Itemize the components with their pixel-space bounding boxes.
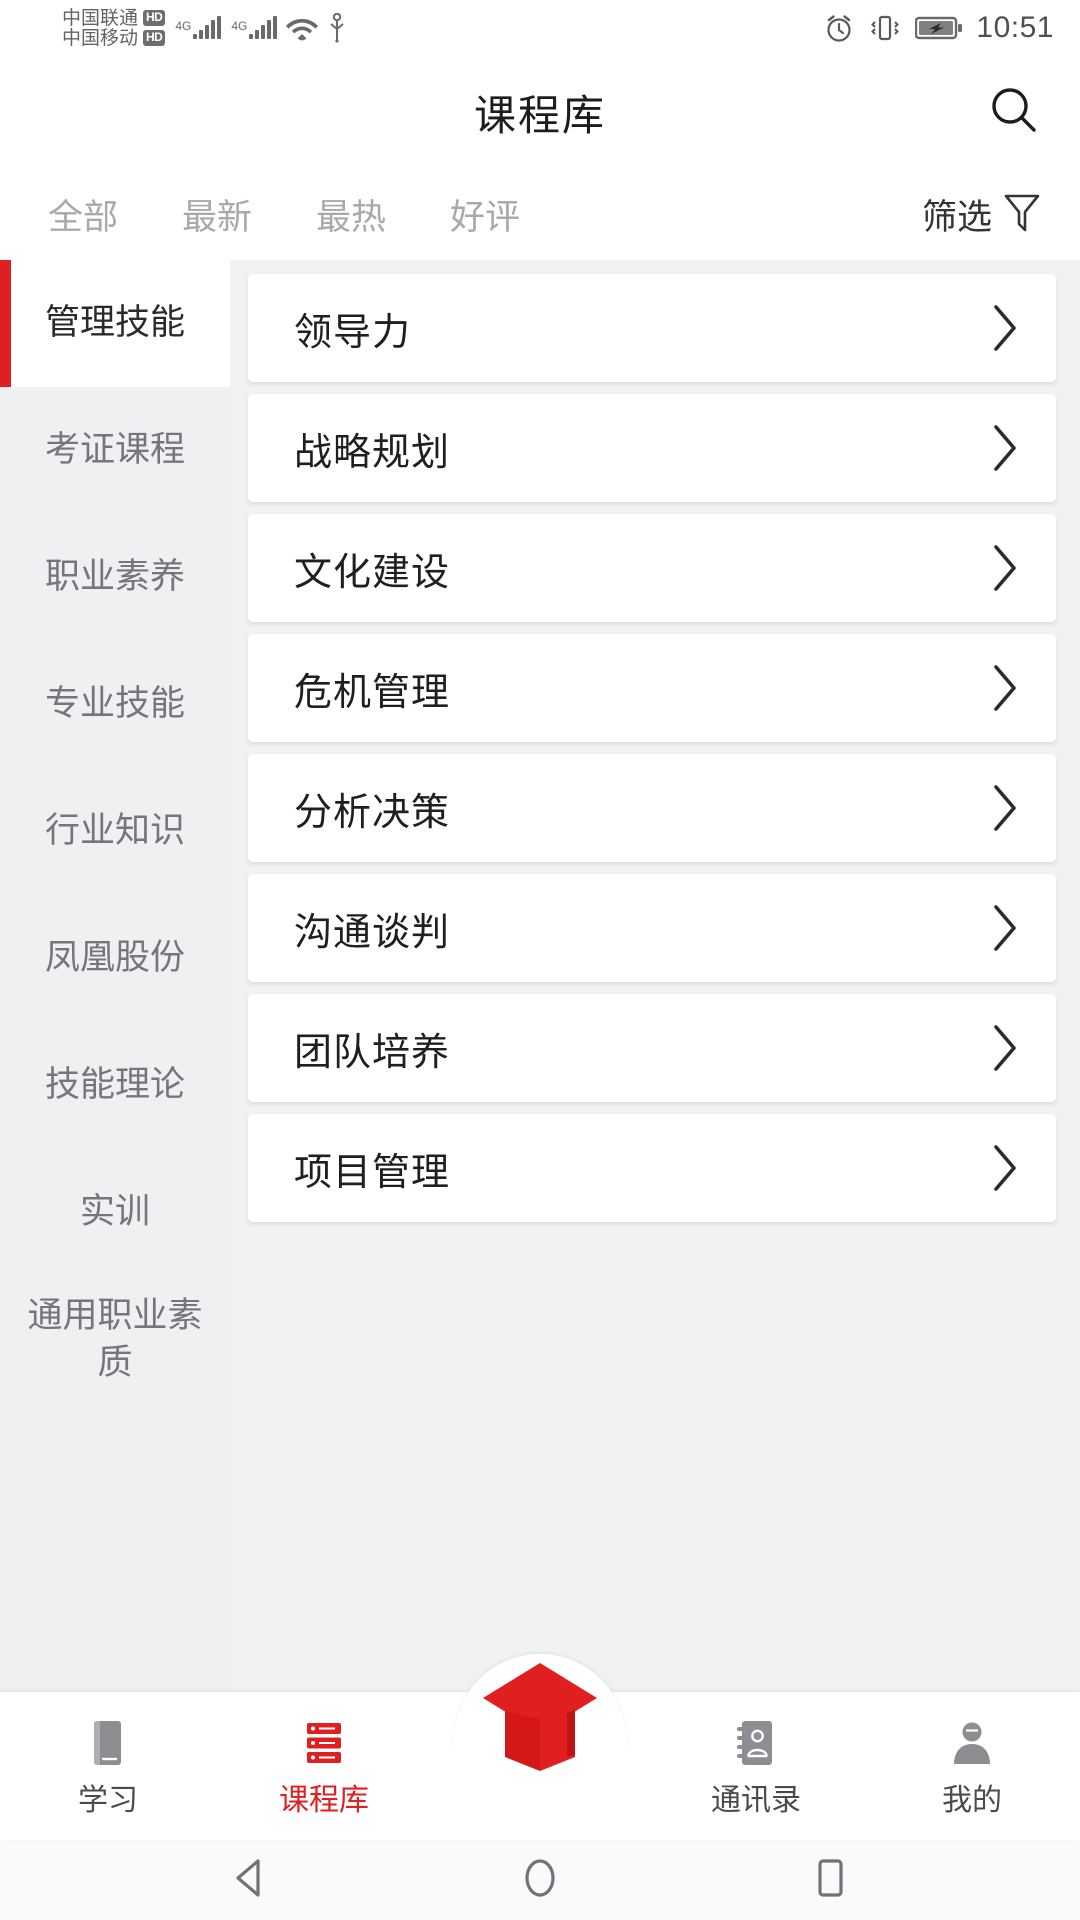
content-area: 管理技能 考证课程 职业素养 专业技能 行业知识 凤凰股份 技能理论 实训 通用…	[0, 260, 1080, 1692]
status-bar-clock: 10:51	[976, 11, 1054, 44]
status-bar: 中国联通 HD 中国移动 HD 4G 4G 10:51	[0, 0, 1080, 56]
bottom-navigation: 学习 课程库 通讯录 我的	[0, 1654, 1080, 1840]
category-sidebar[interactable]: 管理技能 考证课程 职业素养 专业技能 行业知识 凤凰股份 技能理论 实训 通用…	[0, 260, 230, 1692]
course-item[interactable]: 文化建设	[248, 514, 1056, 622]
chevron-right-icon	[988, 1023, 1022, 1073]
usb-icon	[327, 13, 347, 43]
nav-label: 我的	[942, 1784, 1002, 1817]
sidebar-item-phoenix-shares[interactable]: 凤凰股份	[0, 895, 230, 1022]
android-back-button[interactable]	[205, 1850, 295, 1910]
tab-newest[interactable]: 最新	[150, 189, 284, 240]
carrier-list: 中国联通 HD 中国移动 HD	[62, 7, 166, 49]
app-header: 课程库	[0, 56, 1080, 168]
sidebar-item-professional-skills[interactable]: 专业技能	[0, 641, 230, 768]
filter-button[interactable]: 筛选	[922, 189, 1050, 240]
search-button[interactable]	[978, 76, 1050, 148]
sidebar-item-practical-training[interactable]: 实训	[0, 1149, 230, 1276]
graduation-cap-icon	[475, 1653, 605, 1778]
android-navigation-bar	[0, 1840, 1080, 1920]
chevron-right-icon	[988, 663, 1022, 713]
course-title: 沟通谈判	[294, 911, 451, 954]
course-title: 分析决策	[294, 791, 451, 834]
page-title: 课程库	[473, 91, 606, 139]
search-icon	[987, 83, 1041, 142]
signal-bars-glyph	[249, 16, 278, 39]
nav-item-study[interactable]: 学习	[0, 1692, 216, 1840]
course-title: 战略规划	[294, 431, 451, 474]
filter-label: 筛选	[921, 197, 992, 237]
tab-hottest[interactable]: 最热	[284, 189, 418, 240]
status-bar-right: 10:51	[823, 11, 1054, 45]
alarm-clock-icon	[823, 12, 855, 44]
carrier-row: 中国移动 HD	[62, 27, 166, 49]
course-title: 危机管理	[294, 671, 451, 714]
sort-tabs: 全部 最新 最热 好评	[40, 189, 552, 240]
tab-all[interactable]: 全部	[40, 189, 150, 240]
course-list: 领导力 战略规划 文化建设 危机管理 分析决策 沟通谈判 团队培养 项目管理	[230, 260, 1080, 1692]
signal-bars-icon: 4G	[175, 16, 222, 39]
sidebar-item-skill-theory[interactable]: 技能理论	[0, 1022, 230, 1149]
funnel-icon	[1002, 191, 1042, 238]
status-bar-left: 中国联通 HD 中国移动 HD 4G 4G	[62, 9, 347, 48]
battery-charging-icon	[915, 14, 963, 42]
carrier-name: 中国移动	[62, 27, 139, 49]
hd-badge: HD	[143, 30, 166, 46]
chevron-right-icon	[988, 783, 1022, 833]
signal-bars-glyph	[193, 16, 222, 39]
course-item[interactable]: 危机管理	[248, 634, 1056, 742]
hd-badge: HD	[143, 10, 166, 26]
carrier-row: 中国联通 HD	[62, 7, 166, 29]
sidebar-item-professional-quality[interactable]: 职业素养	[0, 514, 230, 641]
wifi-icon	[285, 15, 319, 41]
course-item[interactable]: 沟通谈判	[248, 874, 1056, 982]
chevron-right-icon	[988, 423, 1022, 473]
signal-bars-icon: 4G	[231, 16, 278, 39]
carrier-name: 中国联通	[62, 7, 139, 29]
chevron-right-icon	[988, 1143, 1022, 1193]
network-type-label: 4G	[231, 19, 248, 33]
chevron-right-icon	[988, 543, 1022, 593]
person-icon	[948, 1719, 996, 1767]
sidebar-item-management-skills[interactable]: 管理技能	[0, 260, 230, 387]
nav-label: 课程库	[279, 1784, 369, 1817]
triangle-back-icon	[230, 1856, 270, 1905]
course-item[interactable]: 分析决策	[248, 754, 1056, 862]
android-recents-button[interactable]	[785, 1850, 875, 1910]
sidebar-item-certification-courses[interactable]: 考证课程	[0, 387, 230, 514]
course-item[interactable]: 战略规划	[248, 394, 1056, 502]
tab-top-rated[interactable]: 好评	[418, 189, 552, 240]
android-home-button[interactable]	[495, 1850, 585, 1910]
sidebar-item-general-vocational-quality[interactable]: 通用职业素质	[0, 1276, 230, 1403]
nav-item-contacts[interactable]: 通讯录	[648, 1692, 864, 1840]
sort-tab-bar: 全部 最新 最热 好评 筛选	[0, 168, 1080, 266]
course-item[interactable]: 领导力	[248, 274, 1056, 382]
sidebar-item-industry-knowledge[interactable]: 行业知识	[0, 768, 230, 895]
course-item[interactable]: 项目管理	[248, 1114, 1056, 1222]
square-recents-icon	[811, 1855, 849, 1906]
course-title: 领导力	[294, 311, 412, 354]
chevron-right-icon	[988, 903, 1022, 953]
book-icon	[85, 1719, 131, 1767]
circle-home-icon	[519, 1854, 561, 1907]
nav-label: 学习	[78, 1784, 138, 1817]
network-type-label: 4G	[175, 19, 192, 33]
nav-item-course-library[interactable]: 课程库	[216, 1692, 432, 1840]
course-title: 项目管理	[294, 1151, 451, 1194]
course-title: 文化建设	[294, 551, 451, 594]
vibrate-icon	[868, 12, 902, 44]
nav-label: 通讯录	[711, 1784, 801, 1817]
course-title: 团队培养	[294, 1031, 451, 1074]
app-root: 中国联通 HD 中国移动 HD 4G 4G 10:51 课程库 全部 最新 最热…	[0, 0, 1080, 1920]
graduation-cap-fab-button[interactable]	[465, 1648, 615, 1782]
contacts-icon	[732, 1719, 780, 1767]
course-library-icon	[299, 1719, 349, 1767]
course-item[interactable]: 团队培养	[248, 994, 1056, 1102]
chevron-right-icon	[988, 303, 1022, 353]
nav-item-profile[interactable]: 我的	[864, 1692, 1080, 1840]
